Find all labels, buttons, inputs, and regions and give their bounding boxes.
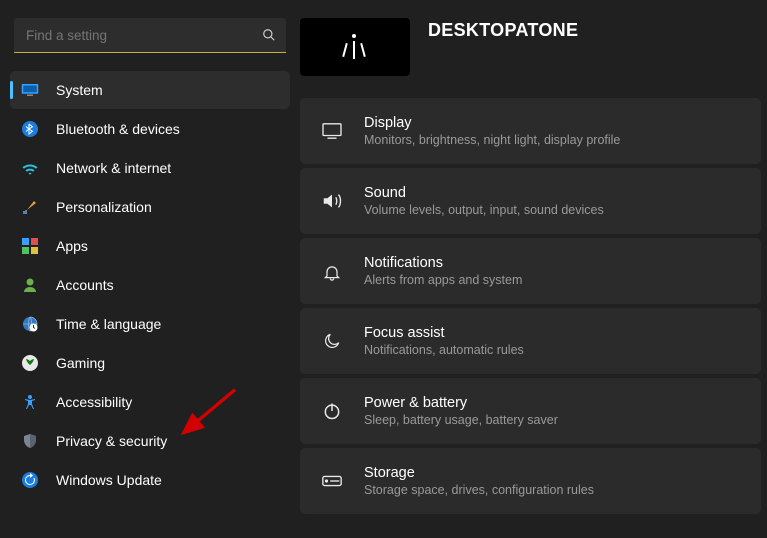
search-input-container[interactable] [14,18,286,53]
search-icon [262,28,276,42]
card-display[interactable]: Display Monitors, brightness, night ligh… [300,98,761,164]
nav-label: Personalization [56,199,152,215]
nav-item-apps[interactable]: Apps [10,227,290,265]
nav-label: Bluetooth & devices [56,121,180,137]
card-title: Notifications [364,254,522,272]
system-cards: Display Monitors, brightness, night ligh… [300,98,767,514]
card-sound[interactable]: Sound Volume levels, output, input, soun… [300,168,761,234]
monitor-icon [16,83,44,97]
xbox-icon [16,355,44,371]
display-icon [318,122,346,140]
card-sub: Alerts from apps and system [364,272,522,288]
nav-label: Apps [56,238,88,254]
card-title: Storage [364,464,594,482]
nav-item-time[interactable]: Time & language [10,305,290,343]
nav-label: Time & language [56,316,161,332]
person-icon [16,277,44,293]
bell-icon [318,261,346,281]
power-icon [318,401,346,421]
card-title: Sound [364,184,604,202]
globe-clock-icon [16,316,44,332]
card-sub: Monitors, brightness, night light, displ… [364,132,620,148]
moon-icon [318,331,346,351]
nav-label: System [56,82,103,98]
wifi-icon [16,161,44,175]
card-title: Focus assist [364,324,524,342]
accessibility-icon [16,394,44,410]
apps-icon [16,238,44,254]
avatar[interactable] [300,18,410,76]
nav-label: Accessibility [56,394,132,410]
card-sub: Volume levels, output, input, sound devi… [364,202,604,218]
shield-icon [16,433,44,449]
bluetooth-icon [16,121,44,137]
nav-item-network[interactable]: Network & internet [10,149,290,187]
main: DESKTOPATONE Display Monitors, brightnes… [300,0,767,538]
nav-label: Gaming [56,355,105,371]
brush-icon [16,199,44,215]
card-sub: Sleep, battery usage, battery saver [364,412,558,428]
user-name: DESKTOPATONE [428,20,578,41]
card-title: Display [364,114,620,132]
nav-label: Privacy & security [56,433,167,449]
nav-item-bluetooth[interactable]: Bluetooth & devices [10,110,290,148]
storage-icon [318,474,346,488]
sidebar: System Bluetooth & devices Network & int… [0,0,300,538]
nav-item-accounts[interactable]: Accounts [10,266,290,304]
search-input[interactable] [24,27,262,44]
card-focus[interactable]: Focus assist Notifications, automatic ru… [300,308,761,374]
sound-icon [318,191,346,211]
nav-item-gaming[interactable]: Gaming [10,344,290,382]
card-title: Power & battery [364,394,558,412]
card-sub: Notifications, automatic rules [364,342,524,358]
nav-item-system[interactable]: System [10,71,290,109]
card-sub: Storage space, drives, configuration rul… [364,482,594,498]
user-header: DESKTOPATONE [300,18,767,76]
nav-label: Accounts [56,277,114,293]
nav-item-accessibility[interactable]: Accessibility [10,383,290,421]
nav-item-update[interactable]: Windows Update [10,461,290,499]
nav-item-personalization[interactable]: Personalization [10,188,290,226]
nav-label: Windows Update [56,472,162,488]
nav: System Bluetooth & devices Network & int… [0,71,300,499]
nav-item-privacy[interactable]: Privacy & security [10,422,290,460]
card-power[interactable]: Power & battery Sleep, battery usage, ba… [300,378,761,444]
nav-label: Network & internet [56,160,171,176]
card-storage[interactable]: Storage Storage space, drives, configura… [300,448,761,514]
card-notifications[interactable]: Notifications Alerts from apps and syste… [300,238,761,304]
update-icon [16,472,44,488]
